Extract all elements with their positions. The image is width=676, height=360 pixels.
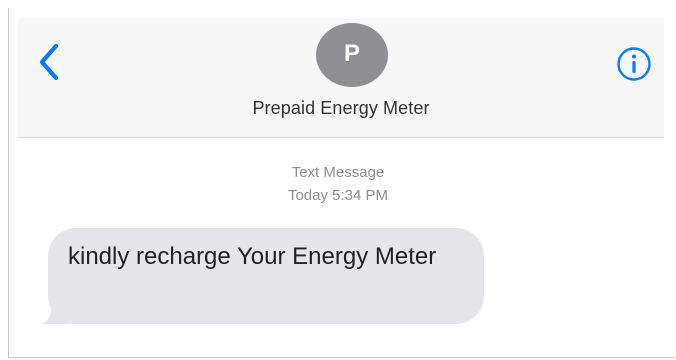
chevron-left-icon (39, 43, 59, 81)
info-button[interactable] (614, 44, 654, 84)
info-circle-icon (617, 47, 651, 81)
conversation-header: P Prepaid Energy Meter (18, 18, 664, 138)
message-bubble[interactable]: kindly recharge Your Energy Meter (40, 228, 484, 324)
message-type-label: Text Message (291, 164, 385, 181)
message-text: kindly recharge Your Energy Meter (68, 243, 437, 270)
avatar-initial: P (343, 40, 360, 67)
avatar[interactable]: P (316, 23, 388, 87)
back-button[interactable] (34, 40, 64, 84)
message-bubble-body: kindly recharge Your Energy Meter (48, 228, 484, 324)
contact-name[interactable]: Prepaid Energy Meter (18, 98, 664, 119)
message-timestamp: Today 5:34 PM (287, 187, 389, 204)
